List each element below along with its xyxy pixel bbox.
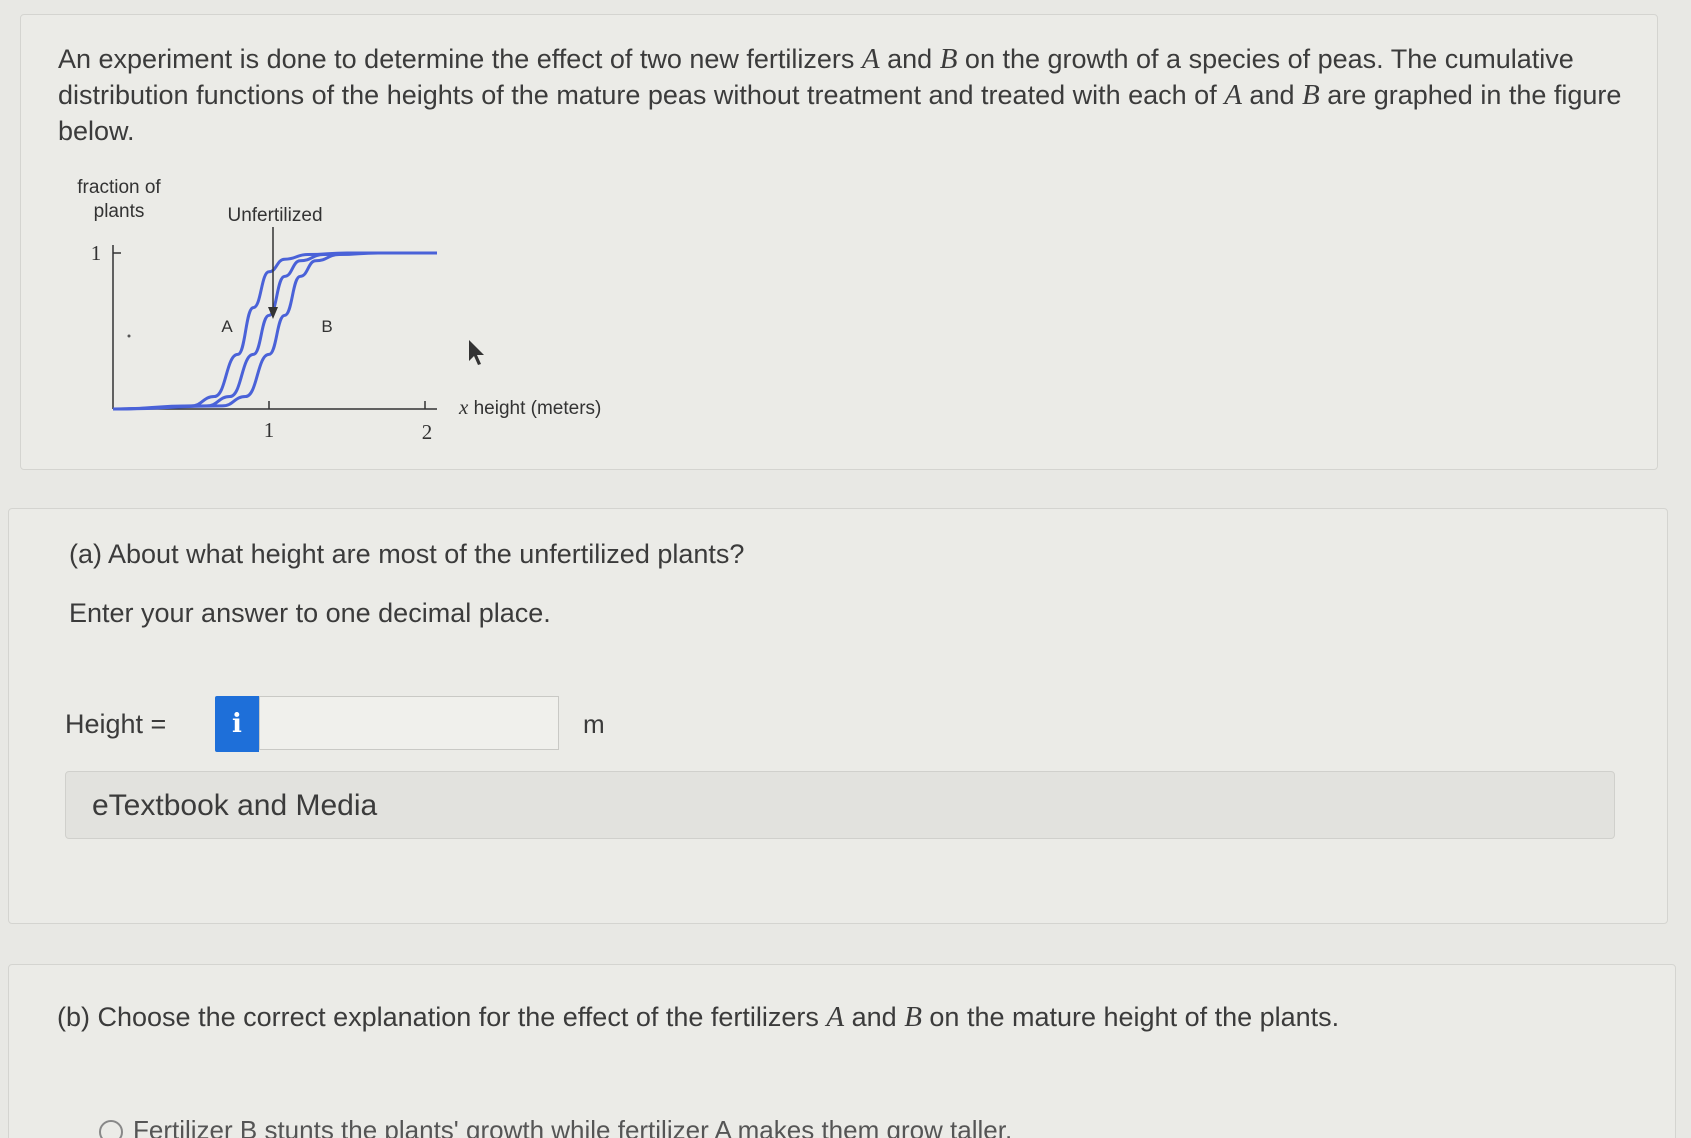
cdf-figure: fraction of plants 1 1 2 x height (meter… <box>77 177 601 444</box>
part-a-instruction: Enter your answer to one decimal place. <box>69 598 551 628</box>
radio-button-icon[interactable] <box>99 1120 123 1138</box>
cdf-curve-b <box>112 251 437 411</box>
mouse-cursor-icon <box>469 340 484 365</box>
var-a: A <box>826 1001 845 1033</box>
intro-text-2: and <box>879 44 940 74</box>
y-axis-label-line1: fraction of <box>77 177 161 198</box>
problem-statement: An experiment is done to determine the e… <box>58 41 1638 149</box>
cdf-curve-unfertilized <box>112 251 437 411</box>
cdf-curves <box>112 251 437 411</box>
etextbook-and-media-button[interactable]: eTextbook and Media <box>65 771 1615 839</box>
var-b: B <box>1301 79 1320 111</box>
cdf-curve-a <box>112 251 437 411</box>
height-input[interactable] <box>259 696 559 750</box>
x-tick-label-2: 2 <box>422 420 433 444</box>
y-axis-label-line2: plants <box>94 201 145 222</box>
height-label: Height = <box>65 709 167 739</box>
answer-option-1-label: Fertilizer B stunts the plants' growth w… <box>133 1115 1013 1138</box>
part-b-text-3: on the mature height of the plants. <box>921 1002 1340 1032</box>
unfertilized-label: Unfertilized <box>227 205 322 226</box>
var-a: A <box>861 43 880 75</box>
curve-b-label: B <box>321 317 332 336</box>
var-b: B <box>939 43 958 75</box>
unit-label: m <box>583 709 605 739</box>
var-a: A <box>1224 79 1242 111</box>
intro-text-1: An experiment is done to determine the e… <box>58 44 862 74</box>
stray-dot <box>127 334 131 338</box>
part-b-panel: (b) Choose the correct explanation for t… <box>8 964 1676 1138</box>
page: An experiment is done to determine the e… <box>0 0 1691 1138</box>
problem-panel: An experiment is done to determine the e… <box>20 14 1658 470</box>
part-b-question: (b) Choose the correct explanation for t… <box>57 1001 1339 1034</box>
x-axis-label: x height (meters) <box>458 395 601 419</box>
x-axis-label-text: height (meters) <box>468 398 601 419</box>
part-b-text-1: (b) Choose the correct explanation for t… <box>57 1002 827 1032</box>
y-tick-label-1: 1 <box>91 241 102 265</box>
curve-a-label: A <box>221 317 233 336</box>
part-a-panel: (a) About what height are most of the un… <box>8 508 1668 924</box>
info-icon[interactable]: i <box>215 696 259 752</box>
unfertilized-arrowhead <box>268 307 278 319</box>
part-b-text-2: and <box>844 1002 905 1032</box>
x-tick-label-1: 1 <box>264 418 275 442</box>
intro-text-4: and <box>1241 80 1302 110</box>
var-b: B <box>904 1001 922 1033</box>
answer-option-1[interactable]: Fertilizer B stunts the plants' growth w… <box>99 1115 1012 1138</box>
part-a-question: (a) About what height are most of the un… <box>69 539 745 569</box>
